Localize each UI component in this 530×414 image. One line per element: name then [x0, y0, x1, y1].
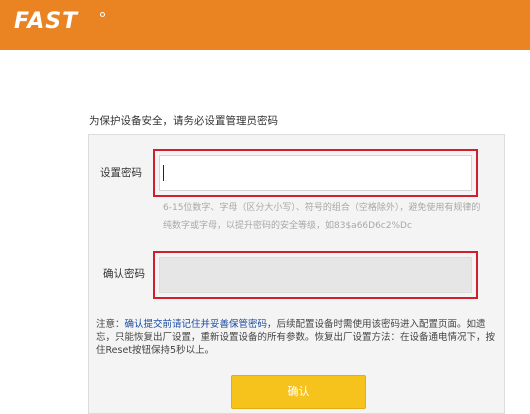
header-bar: FAST — [0, 0, 530, 50]
brand-logo: FAST — [14, 9, 79, 34]
password-hint: 6-15位数字、字母（区分大小写）、符号的组合（空格除外），避免使用有规律的纯数… — [163, 203, 481, 231]
password-highlight-box — [153, 149, 478, 197]
notice-prefix: 注意： — [96, 319, 125, 330]
notice-highlight: 确认提交前请记住并妥善保管密码 — [124, 319, 268, 330]
trademark-icon — [100, 12, 105, 17]
password-label: 设置密码 — [100, 167, 142, 179]
notice-text: 注意：确认提交前请记住并妥善保管密码，后续配置设备时需使用该密码进入配置页面。如… — [96, 318, 498, 357]
confirm-password-label: 确认密码 — [103, 268, 145, 280]
confirm-highlight-box — [153, 251, 478, 299]
intro-text: 为保护设备安全，请务必设置管理员密码 — [89, 115, 278, 127]
